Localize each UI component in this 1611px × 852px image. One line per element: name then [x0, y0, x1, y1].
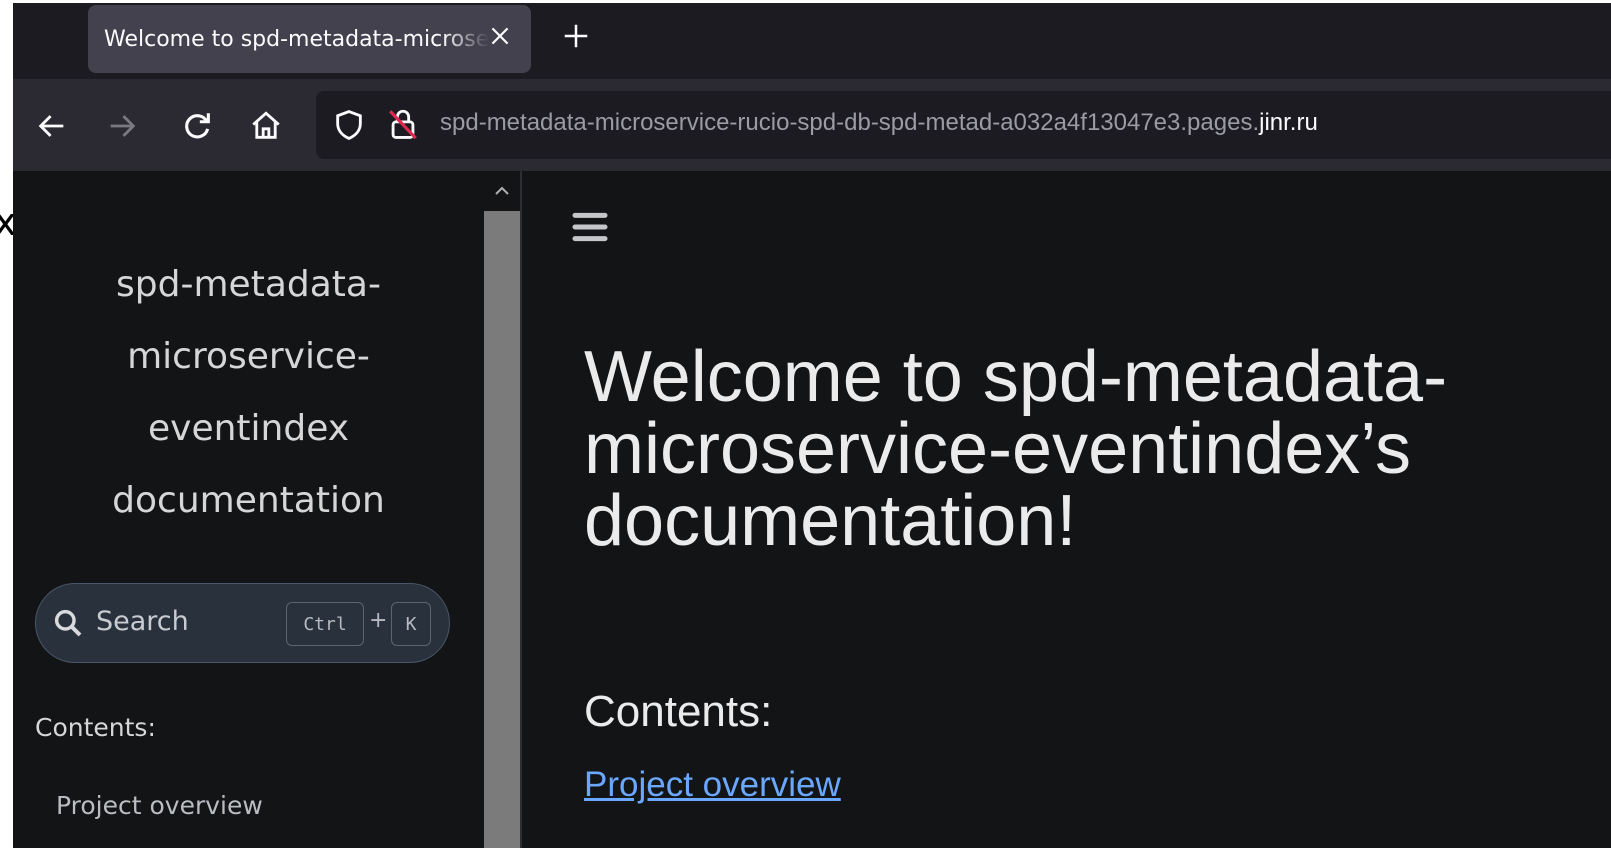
url-prefix: spd-metadata-microservice-rucio-spd-db-s… — [440, 109, 1260, 136]
scrollbar-thumb[interactable] — [484, 211, 520, 848]
bottom-edge — [0, 848, 1611, 852]
browser-window: Welcome to spd-metadata-microservice-eve… — [13, 3, 1611, 848]
main-content: Welcome to spd-metadata-microservice-eve… — [522, 171, 1611, 848]
url-bar[interactable]: spd-metadata-microservice-rucio-spd-db-s… — [316, 91, 1611, 159]
search-box[interactable]: Search Ctrl + K — [35, 583, 450, 663]
tab-title: Welcome to spd-metadata-microservice-eve… — [104, 26, 489, 52]
web-page: spd-metadata-microservice-eventindex doc… — [13, 171, 1611, 848]
navigation-bar: spd-metadata-microservice-rucio-spd-db-s… — [13, 79, 1611, 171]
active-tab[interactable]: Welcome to spd-metadata-microservice-eve… — [88, 5, 531, 73]
shield-icon[interactable] — [332, 107, 366, 143]
sidebar-contents-caption: Contents: — [35, 713, 156, 742]
home-icon[interactable] — [249, 109, 283, 143]
menu-icon[interactable] — [570, 207, 610, 247]
tab-strip: Welcome to spd-metadata-microservice-eve… — [13, 3, 1611, 79]
chevron-up-icon[interactable] — [490, 179, 514, 203]
search-placeholder: Search — [96, 606, 189, 637]
plus-icon[interactable] — [561, 21, 591, 51]
key-plus: + — [369, 608, 388, 633]
back-icon[interactable] — [35, 109, 69, 143]
close-icon[interactable] — [487, 23, 513, 49]
insecure-lock-icon[interactable] — [386, 105, 420, 143]
reload-icon[interactable] — [180, 109, 214, 143]
forward-icon — [110, 115, 136, 137]
contents-heading: Contents: — [584, 687, 773, 736]
url-text[interactable]: spd-metadata-microservice-rucio-spd-db-s… — [440, 109, 1318, 137]
search-icon — [54, 609, 82, 637]
url-domain: jinr.ru — [1259, 109, 1318, 136]
toc-link-project-overview[interactable]: Project overview — [584, 765, 841, 805]
page-title: Welcome to spd-metadata-microservice-eve… — [584, 337, 1448, 561]
sidebar: spd-metadata-microservice-eventindex doc… — [13, 171, 484, 848]
sidebar-title[interactable]: spd-metadata-microservice-eventindex doc… — [13, 249, 484, 537]
ctrl-key-hint: Ctrl — [286, 602, 364, 646]
k-key-hint: K — [391, 602, 431, 646]
sidebar-item-project-overview[interactable]: Project overview — [56, 791, 263, 820]
